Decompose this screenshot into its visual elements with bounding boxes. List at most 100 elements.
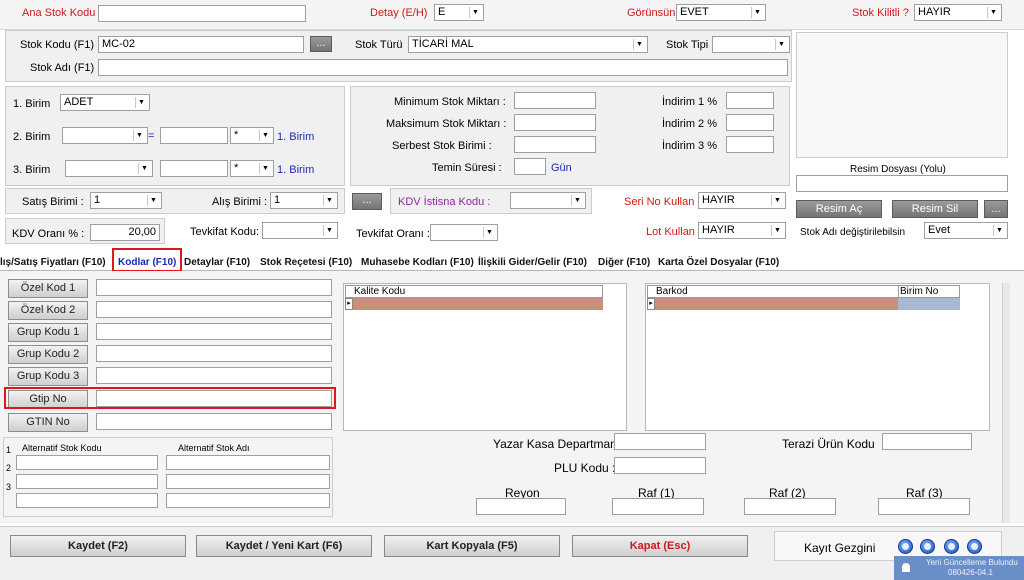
kdv-istisna-select[interactable]: ▼ [510, 192, 586, 209]
indirim2-input[interactable] [726, 114, 774, 131]
ozel-kod-1-button[interactable]: Özel Kod 1 [8, 279, 88, 298]
chevron-down-icon: ▼ [571, 195, 583, 206]
barkod-scrollbar[interactable] [1002, 283, 1010, 523]
birim3-factor-input[interactable] [160, 160, 228, 177]
raf3-input[interactable] [878, 498, 970, 515]
max-stok-label: Maksimum Stok Miktarı : [386, 118, 507, 130]
update-toast[interactable]: Yeni Güncelleme Bulundu 080426-04.1 [894, 556, 1024, 580]
alt-stok-adi-1[interactable] [166, 455, 330, 470]
max-stok-input[interactable] [514, 114, 596, 131]
chevron-down-icon: ▼ [469, 7, 481, 18]
tab-karta-ozel-dosyalar[interactable]: Karta Özel Dosyalar (F10) [658, 255, 779, 270]
tab-diger[interactable]: Diğer (F10) [598, 255, 650, 270]
ana-stok-kodu-input[interactable] [98, 5, 306, 22]
stok-kodu-label: Stok Kodu (F1) [20, 39, 94, 51]
indirim1-input[interactable] [726, 92, 774, 109]
terazi-urun-kodu-input[interactable] [882, 433, 972, 450]
tab-alis-satis-fiyatlari[interactable]: lış/Satış Fiyatları (F10) [0, 255, 106, 270]
temin-suresi-input[interactable] [514, 158, 546, 175]
kapat-button[interactable]: Kapat (Esc) [572, 535, 748, 557]
stok-turu-select[interactable]: TİCARİ MAL ▼ [408, 36, 648, 53]
birim1-value: ADET [64, 96, 94, 108]
detay-select[interactable]: E ▼ [434, 4, 484, 21]
lot-kullan-value: HAYIR [702, 224, 735, 236]
alt-stok-adi-2[interactable] [166, 474, 330, 489]
toast-line1: Yeni Güncelleme Bulundu [926, 558, 1018, 567]
nav-first-icon[interactable] [898, 539, 913, 554]
reyon-input[interactable] [476, 498, 566, 515]
alt-stok-kodu-1[interactable] [16, 455, 158, 470]
chevron-down-icon: ▼ [138, 163, 150, 174]
birim3-op-select[interactable]: * ▼ [230, 160, 274, 177]
resim-dosyasi-input[interactable] [796, 175, 1008, 192]
resim-extra-button[interactable]: ... [984, 200, 1008, 218]
kdv-istisna-browse-button[interactable]: ... [352, 193, 382, 210]
nav-last-icon[interactable] [967, 539, 982, 554]
stok-adi-input[interactable] [98, 59, 788, 76]
resim-ac-button[interactable]: Resim Aç [796, 200, 882, 218]
serbest-stok-label: Serbest Stok Birimi : [392, 140, 492, 152]
raf1-input[interactable] [612, 498, 704, 515]
ozel-kod-1-input[interactable] [96, 279, 332, 296]
birim2-op-select[interactable]: * ▼ [230, 127, 274, 144]
chevron-down-icon: ▼ [633, 39, 645, 50]
kalite-kodu-row[interactable] [345, 298, 603, 310]
plu-kodu-input[interactable] [614, 457, 706, 474]
grup-kodu-1-button[interactable]: Grup Kodu 1 [8, 323, 88, 342]
indirim3-input[interactable] [726, 136, 774, 153]
gorunsun-select[interactable]: EVET ▼ [676, 4, 766, 21]
grup-kodu-3-input[interactable] [96, 367, 332, 384]
tab-stok-recetesi[interactable]: Stok Reçetesi (F10) [260, 255, 352, 270]
satis-birimi-select[interactable]: 1 ▼ [90, 192, 162, 209]
birim2-op-value: * [234, 129, 239, 141]
serbest-stok-input[interactable] [514, 136, 596, 153]
alt-stok-kodu-3[interactable] [16, 493, 158, 508]
alt-stok-kodu-2[interactable] [16, 474, 158, 489]
birim1-select[interactable]: ADET ▼ [60, 94, 150, 111]
image-preview [796, 32, 1008, 158]
kart-kopyala-button[interactable]: Kart Kopyala (F5) [384, 535, 560, 557]
grup-kodu-2-button[interactable]: Grup Kodu 2 [8, 345, 88, 364]
gtin-no-button[interactable]: GTIN No [8, 413, 88, 432]
kaydet-button[interactable]: Kaydet (F2) [10, 535, 186, 557]
alt-stok-adi-3[interactable] [166, 493, 330, 508]
yazar-kasa-label: Yazar Kasa Departman : [493, 437, 624, 451]
tevkifat-orani-select[interactable]: ▼ [430, 224, 498, 241]
seri-no-select[interactable]: HAYIR ▼ [698, 192, 786, 209]
birim3-select[interactable]: ▼ [65, 160, 153, 177]
gorunsun-value: EVET [680, 6, 709, 18]
nav-next-icon[interactable] [944, 539, 959, 554]
alis-birimi-select[interactable]: 1 ▼ [270, 192, 338, 209]
tab-muhasebe-kodlari[interactable]: Muhasebe Kodları (F10) [361, 255, 474, 270]
stok-kodu-browse-button[interactable]: ... [310, 36, 332, 52]
grup-kodu-2-input[interactable] [96, 345, 332, 362]
yazar-kasa-input[interactable] [614, 433, 706, 450]
birim2-select[interactable]: ▼ [62, 127, 148, 144]
stok-adi-degistir-select[interactable]: Evet ▼ [924, 222, 1008, 239]
lot-kullan-select[interactable]: HAYIR ▼ [698, 222, 786, 239]
stok-tipi-select[interactable]: ▼ [712, 36, 790, 53]
grup-kodu-1-input[interactable] [96, 323, 332, 340]
kaydet-yeni-kart-button[interactable]: Kaydet / Yeni Kart (F6) [196, 535, 372, 557]
barkod-row-birim-no[interactable] [898, 298, 960, 310]
ozel-kod-2-input[interactable] [96, 301, 332, 318]
stok-adi-label: Stok Adı (F1) [30, 62, 95, 74]
barkod-row[interactable] [647, 298, 898, 310]
plu-kodu-label: PLU Kodu : [554, 461, 616, 475]
gtin-no-input[interactable] [96, 413, 332, 430]
stok-kodu-input[interactable]: MC-02 [98, 36, 304, 53]
min-stok-input[interactable] [514, 92, 596, 109]
resim-sil-button[interactable]: Resim Sil [892, 200, 978, 218]
kdv-orani-input[interactable]: 20,00 [90, 224, 160, 241]
tab-iliskili-gider-gelir[interactable]: İlişkili Gider/Gelir (F10) [478, 255, 587, 270]
stok-kilitli-select[interactable]: HAYIR ▼ [914, 4, 1002, 21]
tab-kodlar-highlight [112, 248, 182, 272]
grup-kodu-3-button[interactable]: Grup Kodu 3 [8, 367, 88, 386]
raf2-input[interactable] [744, 498, 836, 515]
tevkifat-kodu-select[interactable]: ▼ [262, 222, 338, 239]
birim2-factor-input[interactable] [160, 127, 228, 144]
ozel-kod-2-button[interactable]: Özel Kod 2 [8, 301, 88, 320]
stok-adi-degistir-value: Evet [928, 224, 951, 236]
tab-detaylar[interactable]: Detaylar (F10) [184, 255, 250, 270]
nav-prev-icon[interactable] [920, 539, 935, 554]
